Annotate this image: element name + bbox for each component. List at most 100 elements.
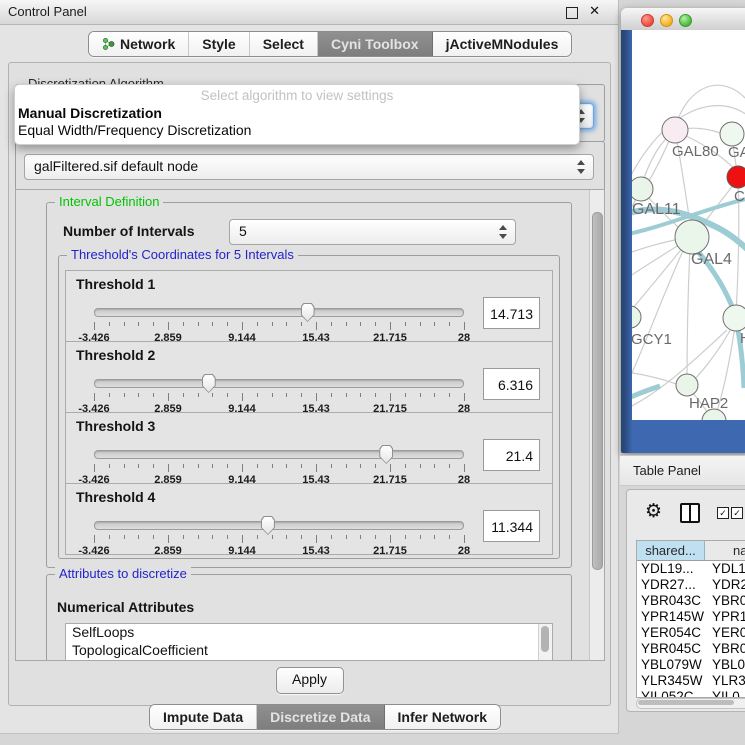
float-window-icon[interactable] [566,7,578,19]
tick-mark [183,322,184,326]
close-icon[interactable]: ✕ [589,3,600,19]
threshold-value-field[interactable]: 11.344 [483,510,540,542]
network-node-gcy1[interactable] [632,306,641,328]
scrollbar-thumb[interactable] [638,700,734,705]
tick-mark [464,393,465,401]
tab-infer-network[interactable]: Infer Network [385,705,500,729]
tick-mark [153,322,154,326]
cell-name: YBL0 [705,657,745,673]
node-table: shared... na YDL19...YDL1YDR27...YDR2YBR… [636,540,745,698]
network-edge[interactable] [632,242,687,312]
apply-button[interactable]: Apply [276,667,344,694]
tick-mark [124,464,125,468]
tick-mark [331,535,332,539]
tab-jactivemnodules[interactable]: jActiveMNodules [433,32,572,56]
tick-mark [94,535,95,543]
network-node-hap2[interactable] [676,374,698,396]
tick-mark [301,322,302,326]
threshold-value-field[interactable]: 21.4 [483,439,540,471]
tick-mark [286,322,287,326]
popup-options: Manual DiscretizationEqual Width/Frequen… [15,105,579,139]
attributes-scrollbar[interactable] [538,624,552,661]
network-edge[interactable] [646,134,672,186]
tick-mark [405,322,406,326]
threshold-slider[interactable]: -3.4262.8599.14415.4321.71528 [94,514,464,552]
table-row[interactable]: YPR145WYPR1 [637,609,745,625]
tick-mark [257,393,258,397]
slider-thumb[interactable] [301,303,315,322]
tab-select[interactable]: Select [250,32,318,56]
network-node-h[interactable] [723,305,745,331]
network-node-c[interactable] [727,166,745,188]
table-row[interactable]: YLR345WYLR3 [637,673,745,689]
column-header-name[interactable]: na [705,541,745,560]
num-intervals-combobox[interactable]: 5 [229,219,516,245]
threshold-slider[interactable]: -3.4262.8599.14415.4321.71528 [94,372,464,410]
slider-track[interactable] [94,308,464,317]
table-row[interactable]: YBR045CYBR0 [637,641,745,657]
tab-label: jActiveMNodules [446,36,559,52]
checkbox-icon[interactable]: ✓ [717,507,729,519]
table-horizontal-scrollbar[interactable] [636,698,745,709]
network-node-gal80[interactable] [662,117,688,143]
threshold-value-field[interactable]: 14.713 [483,297,540,329]
minimize-traffic-light-icon[interactable] [660,14,673,27]
attributes-group: Attributes to discretize Numerical Attri… [46,574,572,661]
tab-impute-data[interactable]: Impute Data [150,705,257,729]
slider-track[interactable] [94,450,464,459]
table-row[interactable]: YBL079WYBL0 [637,657,745,673]
tick-mark [227,322,228,326]
checkbox-icon[interactable]: ✓ [731,507,743,519]
threshold-slider[interactable]: -3.4262.8599.14415.4321.71528 [94,443,464,481]
tick-mark [183,393,184,397]
table-row[interactable]: YIL052CYIL0 [637,689,745,698]
slider-ticks [94,535,464,544]
tick-label: 9.144 [228,545,256,557]
zoom-traffic-light-icon[interactable] [679,14,692,27]
tick-mark [272,535,273,539]
table-row[interactable]: YER054CYER0 [637,625,745,641]
threshold-slider[interactable]: -3.4262.8599.14415.4321.71528 [94,301,464,339]
table-row[interactable]: YDL19...YDL1 [637,561,745,577]
settings-vertical-scrollbar[interactable] [589,190,604,660]
tab-network[interactable]: Network [89,32,189,56]
tick-mark [109,393,110,397]
threshold-value-field[interactable]: 6.316 [483,368,540,400]
network-edge[interactable] [687,246,690,380]
tick-mark [390,464,391,472]
menu-item-manual-discretization[interactable]: Manual Discretization [15,105,579,122]
network-node-ga[interactable] [720,122,744,146]
scrollbar-thumb[interactable] [541,626,549,652]
network-node-gal4[interactable] [675,220,709,254]
tick-mark [153,393,154,397]
column-header-shared[interactable]: shared... [637,541,705,560]
network-node-gal11[interactable] [632,177,653,201]
tick-mark [242,393,243,401]
slider-thumb[interactable] [261,516,275,535]
scrollbar-thumb[interactable] [592,212,603,570]
slider-track[interactable] [94,521,464,530]
tick-mark [242,464,243,472]
table-data-combobox[interactable]: galFiltered.sif default node [24,154,594,180]
tick-mark [331,393,332,397]
num-intervals-value: 5 [239,223,247,239]
columns-icon[interactable] [680,503,700,523]
list-item-topologicalcoefficient[interactable]: TopologicalCoefficient [66,642,552,660]
list-item-betweennesscentrality[interactable]: BetweennessCentrality [66,659,552,661]
network-edge[interactable] [632,242,684,280]
table-row[interactable]: YBR043CYBR0 [637,593,745,609]
slider-track[interactable] [94,379,464,388]
settings-scrollpane: Interval Definition Number of Intervals … [15,189,605,661]
list-item-selfloops[interactable]: SelfLoops [66,624,552,642]
tab-discretize-data[interactable]: Discretize Data [257,705,384,729]
network-canvas[interactable]: GAL80GACGAL11GAL4GCY1HHAP2 [632,30,745,420]
slider-tick-labels: -3.4262.8599.14415.4321.71528 [94,545,464,557]
close-traffic-light-icon[interactable] [641,14,654,27]
tab-style[interactable]: Style [189,32,249,56]
menu-item-equal-width-frequency-discretization[interactable]: Equal Width/Frequency Discretization [15,122,579,139]
gear-icon[interactable]: ⚙ [645,500,662,522]
tab-cyni-toolbox[interactable]: Cyni Toolbox [318,32,433,56]
table-row[interactable]: YDR27...YDR2 [637,577,745,593]
slider-thumb[interactable] [379,445,393,464]
slider-thumb[interactable] [202,374,216,393]
